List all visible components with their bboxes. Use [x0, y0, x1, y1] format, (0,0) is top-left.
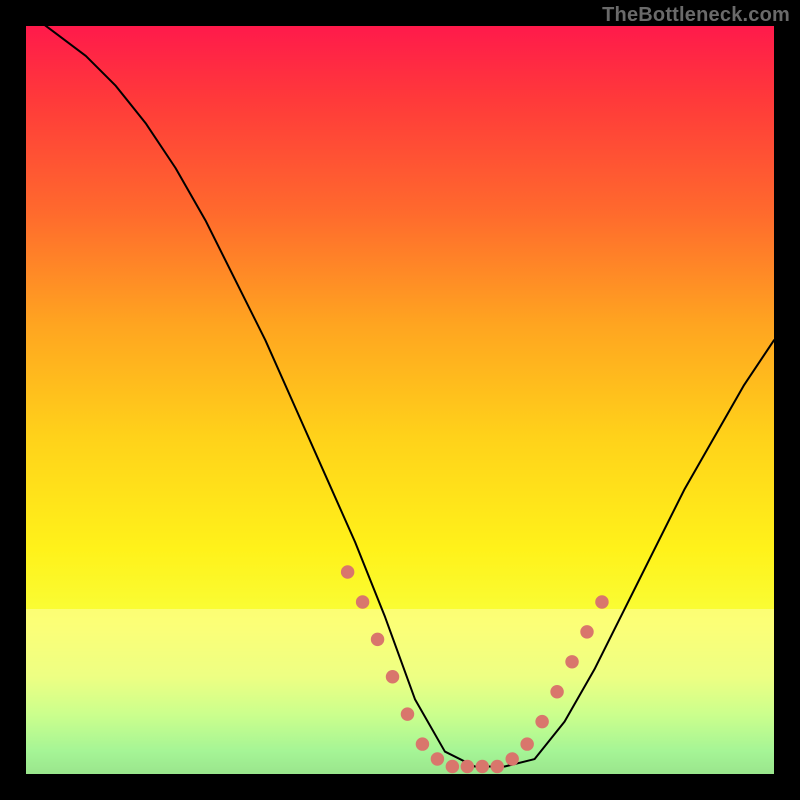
highlight-point [505, 752, 518, 765]
highlight-point [550, 685, 563, 698]
highlight-point [371, 633, 384, 646]
highlight-points-group [341, 565, 609, 773]
highlight-point [595, 595, 608, 608]
highlight-point [416, 737, 429, 750]
highlight-point [476, 760, 489, 773]
highlight-point [401, 707, 414, 720]
highlight-point [446, 760, 459, 773]
highlight-point [580, 625, 593, 638]
highlight-point [535, 715, 548, 728]
highlight-point [491, 760, 504, 773]
plot-area [26, 26, 774, 774]
highlight-point [431, 752, 444, 765]
highlight-point [520, 737, 533, 750]
bottleneck-curve [26, 11, 774, 766]
highlight-point [356, 595, 369, 608]
highlight-point [386, 670, 399, 683]
highlight-point [565, 655, 578, 668]
highlight-point [461, 760, 474, 773]
watermark-text: TheBottleneck.com [602, 4, 790, 27]
chart-svg [26, 26, 774, 774]
highlight-point [341, 565, 354, 578]
chart-container: TheBottleneck.com [0, 0, 800, 800]
